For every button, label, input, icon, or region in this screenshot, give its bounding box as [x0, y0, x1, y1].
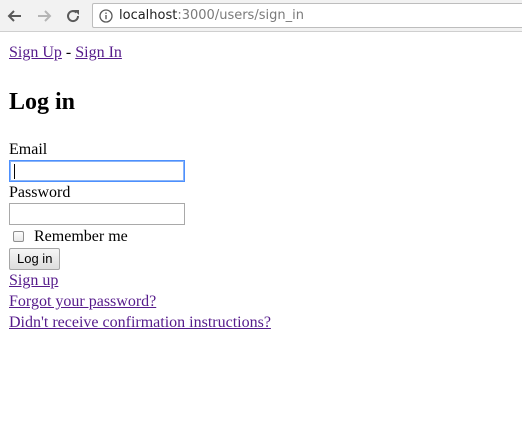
- url-host: localhost: [119, 8, 178, 23]
- email-label: Email: [9, 141, 48, 158]
- page-content: Sign Up - Sign In Log in Email Password …: [9, 42, 509, 331]
- password-label: Password: [9, 184, 71, 201]
- url-text[interactable]: localhost:3000/users/sign_in: [119, 7, 304, 24]
- nav-separator: -: [61, 44, 76, 61]
- forward-arrow-icon[interactable]: [32, 4, 56, 28]
- info-icon[interactable]: [99, 9, 113, 23]
- back-arrow-icon[interactable]: [3, 4, 27, 28]
- confirmation-instructions-link[interactable]: Didn't receive confirmation instructions…: [9, 312, 271, 333]
- browser-toolbar: localhost:3000/users/sign_in: [0, 0, 522, 32]
- sign-up-link[interactable]: Sign up: [9, 270, 271, 291]
- remember-me-checkbox[interactable]: [13, 231, 24, 242]
- url-path: :3000/users/sign_in: [177, 8, 304, 23]
- address-bar[interactable]: localhost:3000/users/sign_in: [92, 3, 522, 28]
- password-field[interactable]: [9, 203, 185, 225]
- remember-me-row: Remember me: [9, 226, 128, 247]
- nav-sign-in-link[interactable]: Sign In: [75, 44, 122, 61]
- email-field[interactable]: [9, 160, 185, 182]
- top-nav: Sign Up - Sign In: [9, 42, 509, 63]
- reload-icon[interactable]: [61, 4, 85, 28]
- forgot-password-link[interactable]: Forgot your password?: [9, 291, 271, 312]
- nav-sign-up-link[interactable]: Sign Up: [9, 44, 62, 61]
- auth-links: Sign up Forgot your password? Didn't rec…: [9, 270, 271, 333]
- remember-me-label[interactable]: Remember me: [34, 226, 128, 247]
- page-title: Log in: [9, 89, 76, 115]
- text-caret: [14, 164, 15, 179]
- log-in-button[interactable]: Log in: [9, 248, 61, 270]
